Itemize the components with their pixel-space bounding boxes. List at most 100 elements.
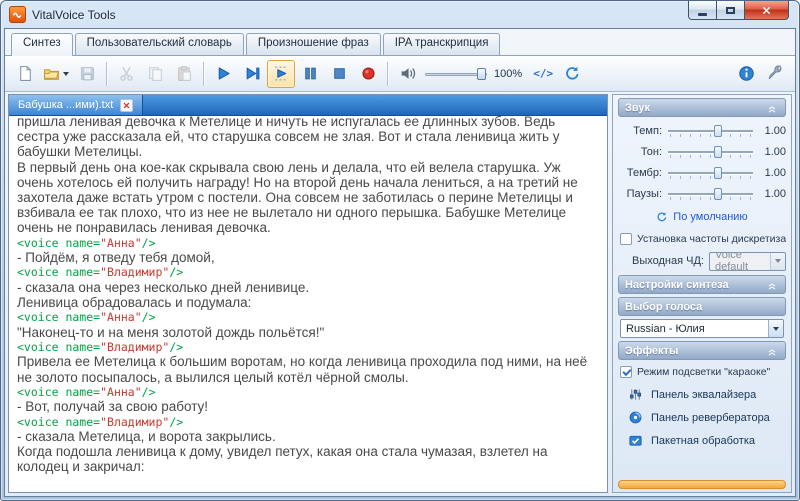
- section-header-synthesis[interactable]: Настройки синтеза: [618, 275, 786, 294]
- slider-thumb[interactable]: [714, 145, 723, 158]
- slider-thumb[interactable]: [714, 124, 723, 137]
- record-button[interactable]: [354, 60, 382, 88]
- batch-processing-button[interactable]: Пакетная обработка: [618, 429, 786, 452]
- refresh-button[interactable]: [558, 60, 586, 88]
- main-tab-synthesis[interactable]: Синтез: [11, 33, 73, 56]
- tempo-slider[interactable]: [666, 123, 755, 139]
- sound-slider-list: Темп: 1.00 Тон: 1.00 Тембр: 1.00 Паузы: 1.00: [618, 120, 786, 204]
- samplerate-checkbox-row[interactable]: Установка частоты дискретизации: [618, 230, 786, 247]
- close-button[interactable]: [744, 1, 789, 20]
- text-paragraph: "Наконец-то и на меня золотой дождь поль…: [17, 324, 325, 340]
- karaoke-checkbox-row[interactable]: Режим подсветки "караоке": [618, 363, 786, 380]
- text-paragraph: - Пойдём, я отведу тебя домой,: [17, 250, 215, 266]
- document-close-button[interactable]: [120, 98, 134, 112]
- text-paragraph: - Вот, получай за свою работу!: [17, 399, 209, 415]
- reverb-panel-button[interactable]: Панель ревербератора: [618, 406, 786, 429]
- pause-icon: [302, 65, 319, 82]
- open-file-button[interactable]: [40, 60, 72, 88]
- synthesis-section-title: Настройки синтеза: [625, 278, 729, 291]
- voice-tag-line: <voice name="Владимир"/>: [17, 265, 184, 280]
- record-icon: [360, 65, 377, 82]
- slider-label: Тембр:: [626, 166, 662, 179]
- samplerate-checkbox-label: Установка частоты дискретизации: [637, 232, 786, 245]
- karaoke-checkbox[interactable]: [620, 365, 632, 378]
- copy-button[interactable]: [141, 60, 169, 88]
- refresh-icon: [564, 65, 581, 82]
- output-rate-row: Выходная ЧД: Voice default: [618, 250, 786, 272]
- section-header-sound[interactable]: Звук: [618, 98, 786, 117]
- slider-label: Темп:: [633, 124, 662, 137]
- info-icon: [738, 65, 755, 82]
- text-paragraph: - сказала она через несколько дней ленив…: [17, 279, 310, 295]
- voice-select[interactable]: Russian - Юлия: [620, 319, 784, 338]
- new-file-button[interactable]: [11, 60, 39, 88]
- slider-thumb[interactable]: [714, 187, 723, 200]
- settings-sidebar: Звук Темп: 1.00 Тон: 1.00 Тембр: 1.00 Паузы: 1.…: [612, 94, 792, 493]
- main-tab-user-dictionary[interactable]: Пользовательский словарь: [74, 33, 244, 55]
- play-selection-button[interactable]: [267, 59, 295, 88]
- settings-button[interactable]: [761, 60, 789, 88]
- reset-defaults-row: По умолчанию: [618, 207, 786, 227]
- samplerate-checkbox[interactable]: [620, 232, 632, 245]
- slider-row-timbre: Тембр: 1.00: [618, 162, 786, 183]
- paste-button[interactable]: [170, 60, 198, 88]
- window-controls: [688, 1, 789, 20]
- slider-track: [668, 192, 753, 195]
- timbre-slider[interactable]: [666, 165, 755, 181]
- main-area: Бабушка ...ими).txt пришла ленивая девоч…: [5, 92, 795, 496]
- document-tab-label: Бабушка ...ими).txt: [18, 99, 114, 111]
- pause-button[interactable]: [296, 60, 324, 88]
- equalizer-panel-button[interactable]: Панель эквалайзера: [618, 383, 786, 406]
- play-button[interactable]: [209, 60, 237, 88]
- combo-dropdown-icon[interactable]: [770, 252, 785, 270]
- reverb-icon: [628, 410, 643, 425]
- panel-bottom-scrollbar[interactable]: [618, 480, 786, 489]
- collapse-chevron-icon[interactable]: [765, 344, 779, 358]
- volume-slider[interactable]: [425, 65, 487, 83]
- collapse-chevron-icon[interactable]: [765, 278, 779, 292]
- main-tab-ipa-transcription[interactable]: IPA транскрипция: [382, 33, 501, 55]
- document-tab-bar: Бабушка ...ими).txt: [9, 95, 607, 116]
- main-tab-phrase-pronunciation[interactable]: Произношение фраз: [245, 33, 381, 55]
- voice-tag-line: <voice name="Анна"/>: [17, 235, 156, 250]
- minimize-button[interactable]: [688, 1, 717, 20]
- slider-label: Паузы:: [626, 187, 662, 200]
- section-header-effects[interactable]: Эффекты: [618, 341, 786, 360]
- xml-button[interactable]: </>: [529, 60, 557, 88]
- cut-button[interactable]: [112, 60, 140, 88]
- reset-defaults-link[interactable]: По умолчанию: [673, 211, 747, 223]
- voice-select-row: Russian - Юлия: [618, 319, 786, 338]
- dropdown-caret-icon[interactable]: [63, 71, 69, 76]
- wrench-icon: [767, 65, 784, 82]
- save-button[interactable]: [73, 60, 101, 88]
- collapse-chevron-icon[interactable]: [765, 101, 779, 115]
- play-selection-icon: [273, 65, 290, 82]
- maximize-button[interactable]: [717, 1, 744, 20]
- stop-button[interactable]: [325, 60, 353, 88]
- output-rate-select[interactable]: Voice default: [708, 251, 786, 271]
- toolbar-separator: [203, 61, 204, 86]
- section-header-voice-select[interactable]: Выбор голоса: [618, 297, 786, 316]
- volume-slider-thumb[interactable]: [477, 67, 486, 80]
- copy-icon: [147, 65, 164, 82]
- title-bar[interactable]: VitalVoice Tools: [1, 1, 799, 28]
- slider-row-tempo: Темп: 1.00: [618, 120, 786, 141]
- play-from-cursor-button[interactable]: [238, 60, 266, 88]
- document-tab[interactable]: Бабушка ...ими).txt: [9, 95, 144, 115]
- slider-track: [668, 171, 753, 174]
- info-button[interactable]: [732, 60, 760, 88]
- text-paragraph: Когда подошла ленивица к дому, увидел пе…: [17, 444, 548, 475]
- voice-tag-line: <voice name="Анна"/>: [17, 384, 156, 399]
- sound-section-title: Звук: [625, 101, 651, 114]
- slider-thumb[interactable]: [714, 166, 723, 179]
- slider-value: 1.00: [764, 187, 786, 200]
- combo-dropdown-icon[interactable]: [768, 320, 783, 337]
- slider-ticks: [670, 133, 753, 137]
- voice-select-title: Выбор голоса: [625, 300, 703, 313]
- client-area: Синтез Пользовательский словарь Произношен…: [4, 28, 796, 497]
- tone-slider[interactable]: [666, 144, 755, 160]
- text-paragraph: В первый день она кое-как скрывала свою …: [17, 159, 578, 236]
- pauses-slider[interactable]: [666, 186, 755, 202]
- document-text-area[interactable]: пришла ленивая девочка к Метелице и ничу…: [9, 116, 607, 492]
- effect-item-label: Панель эквалайзера: [651, 388, 757, 401]
